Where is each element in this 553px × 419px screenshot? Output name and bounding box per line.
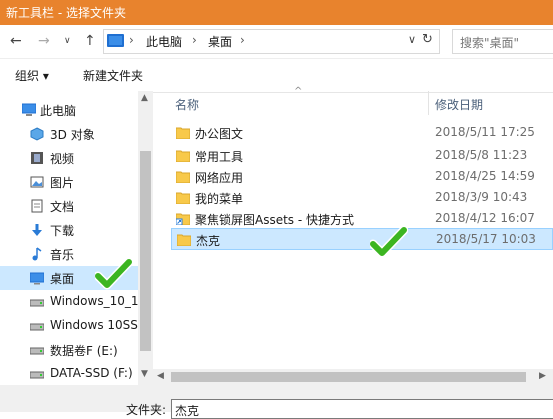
cube-icon — [30, 127, 44, 141]
desktop-icon — [30, 272, 44, 285]
nav-item-drive-e[interactable]: 数据卷F (E:) — [0, 338, 138, 362]
window-title: 新工具栏 - 选择文件夹 — [6, 6, 126, 20]
nav-label: 3D 对象 — [50, 128, 95, 142]
folder-name-value: 杰克 — [175, 404, 200, 418]
folder-name-input[interactable]: 杰克 — [171, 399, 553, 419]
command-toolbar: 组织 ▾ 新建文件夹 — [0, 58, 553, 93]
music-icon — [32, 247, 42, 261]
scroll-thumb[interactable] — [140, 151, 151, 351]
drive-icon — [30, 347, 44, 355]
nav-label: 桌面 — [50, 272, 75, 286]
drive-icon — [30, 323, 44, 331]
nav-label: 文档 — [50, 200, 75, 214]
nav-item-drive-f[interactable]: DATA-SSD (F:) — [0, 362, 138, 386]
column-header-name[interactable]: 名称 — [175, 96, 199, 113]
pc-icon — [107, 34, 124, 47]
file-date: 2018/5/8 11:23 — [435, 148, 528, 162]
chevron-right-icon[interactable]: › — [240, 33, 245, 47]
file-date: 2018/5/11 17:25 — [435, 125, 535, 139]
file-row-selected[interactable]: 杰克 2018/5/17 10:03 — [171, 228, 553, 250]
scroll-right-icon[interactable]: ▶ — [539, 371, 546, 381]
folder-icon — [176, 150, 190, 162]
nav-label: 数据卷F (E:) — [50, 344, 118, 358]
folder-icon — [176, 171, 190, 183]
nav-label: 下载 — [50, 224, 75, 238]
nav-label: Windows 10SS — [50, 318, 138, 332]
file-row[interactable]: 我的菜单 2018/3/9 10:43 — [171, 187, 553, 209]
nav-scrollbar[interactable]: ▲ ▼ — [138, 91, 153, 385]
scroll-up-icon[interactable]: ▲ — [141, 93, 148, 103]
file-row[interactable]: 网络应用 2018/4/25 14:59 — [171, 166, 553, 188]
sort-caret-icon: ^ — [294, 86, 303, 97]
nav-item-drive-windows-10ss[interactable]: Windows 10SS — [0, 314, 138, 338]
scroll-thumb[interactable] — [171, 372, 526, 382]
folder-shortcut-icon — [176, 213, 190, 225]
file-date: 2018/4/25 14:59 — [435, 169, 535, 183]
breadcrumb-this-pc[interactable]: 此电脑 — [146, 33, 182, 50]
picture-icon — [30, 176, 44, 188]
drive-icon — [30, 371, 44, 379]
nav-item-pictures[interactable]: 图片 — [0, 170, 138, 194]
chevron-right-icon[interactable]: › — [192, 33, 197, 47]
breadcrumb-desktop[interactable]: 桌面 — [208, 33, 232, 50]
folder-icon — [176, 192, 190, 204]
nav-item-videos[interactable]: 视频 — [0, 146, 138, 170]
nav-item-this-pc[interactable]: 此电脑 — [0, 98, 138, 122]
document-icon — [31, 199, 43, 213]
address-dropdown-icon[interactable]: ∨ — [408, 33, 416, 46]
nav-label: 此电脑 — [40, 104, 77, 118]
organize-button[interactable]: 组织 ▾ — [15, 67, 49, 84]
file-list-horizontal-scrollbar[interactable]: ◀ ▶ — [153, 369, 553, 385]
search-placeholder: 搜索"桌面" — [460, 36, 520, 50]
column-header-modified[interactable]: 修改日期 — [435, 96, 483, 113]
folder-field-area: 文件夹: 杰克 — [0, 385, 553, 419]
folder-field-label: 文件夹: — [126, 403, 167, 417]
recent-dropdown-icon[interactable]: ∨ — [64, 31, 71, 51]
title-bar: 新工具栏 - 选择文件夹 — [0, 0, 553, 25]
nav-label: 视频 — [50, 152, 75, 166]
nav-label: 音乐 — [50, 248, 75, 262]
address-row: ← → ∨ ↑ › 此电脑 › 桌面 › ∨ ↻ 搜索"桌面" — [0, 25, 553, 58]
file-name: 网络应用 — [195, 171, 244, 185]
download-icon — [32, 224, 42, 236]
nav-item-3d-objects[interactable]: 3D 对象 — [0, 122, 138, 146]
video-icon — [31, 152, 43, 164]
navigation-pane: 此电脑 3D 对象 视频 图片 文档 下载 音乐 桌面 Windows_10_1… — [0, 91, 153, 385]
refresh-icon[interactable]: ↻ — [422, 32, 433, 47]
file-name: 聚焦锁屏图Assets - 快捷方式 — [195, 213, 355, 227]
file-name: 我的菜单 — [195, 192, 244, 206]
chevron-right-icon[interactable]: › — [129, 33, 134, 47]
nav-item-downloads[interactable]: 下载 — [0, 218, 138, 242]
check-mark-icon — [370, 226, 408, 258]
new-folder-button[interactable]: 新建文件夹 — [83, 67, 143, 84]
scroll-down-icon[interactable]: ▼ — [141, 369, 148, 379]
drive-icon — [30, 299, 44, 307]
back-arrow-icon[interactable]: ← — [10, 31, 22, 51]
nav-item-drive-windows-10-17[interactable]: Windows_10_17 — [0, 290, 146, 314]
file-row[interactable]: 常用工具 2018/5/8 11:23 — [171, 145, 553, 167]
up-arrow-icon[interactable]: ↑ — [84, 31, 96, 51]
address-bar[interactable]: › 此电脑 › 桌面 › ∨ ↻ — [103, 29, 440, 54]
file-date: 2018/4/12 16:07 — [435, 211, 535, 225]
pc-icon — [22, 103, 36, 116]
nav-label: DATA-SSD (F:) — [50, 366, 133, 380]
file-name: 杰克 — [196, 234, 221, 248]
search-input[interactable]: 搜索"桌面" — [452, 29, 553, 54]
nav-label: 图片 — [50, 176, 75, 190]
forward-arrow-icon[interactable]: → — [38, 31, 50, 51]
file-name: 常用工具 — [195, 150, 244, 164]
column-divider[interactable] — [428, 91, 429, 115]
scroll-left-icon[interactable]: ◀ — [157, 371, 164, 381]
nav-label: Windows_10_17 — [50, 294, 147, 308]
file-date: 2018/3/9 10:43 — [435, 190, 528, 204]
file-row[interactable]: 聚焦锁屏图Assets - 快捷方式 2018/4/12 16:07 — [171, 208, 553, 230]
file-date: 2018/5/17 10:03 — [436, 232, 536, 246]
file-name: 办公图文 — [195, 127, 244, 141]
file-row[interactable]: 办公图文 2018/5/11 17:25 — [171, 122, 553, 144]
check-mark-icon — [95, 258, 133, 290]
folder-icon — [177, 234, 191, 246]
nav-item-documents[interactable]: 文档 — [0, 194, 138, 218]
folder-icon — [176, 127, 190, 139]
